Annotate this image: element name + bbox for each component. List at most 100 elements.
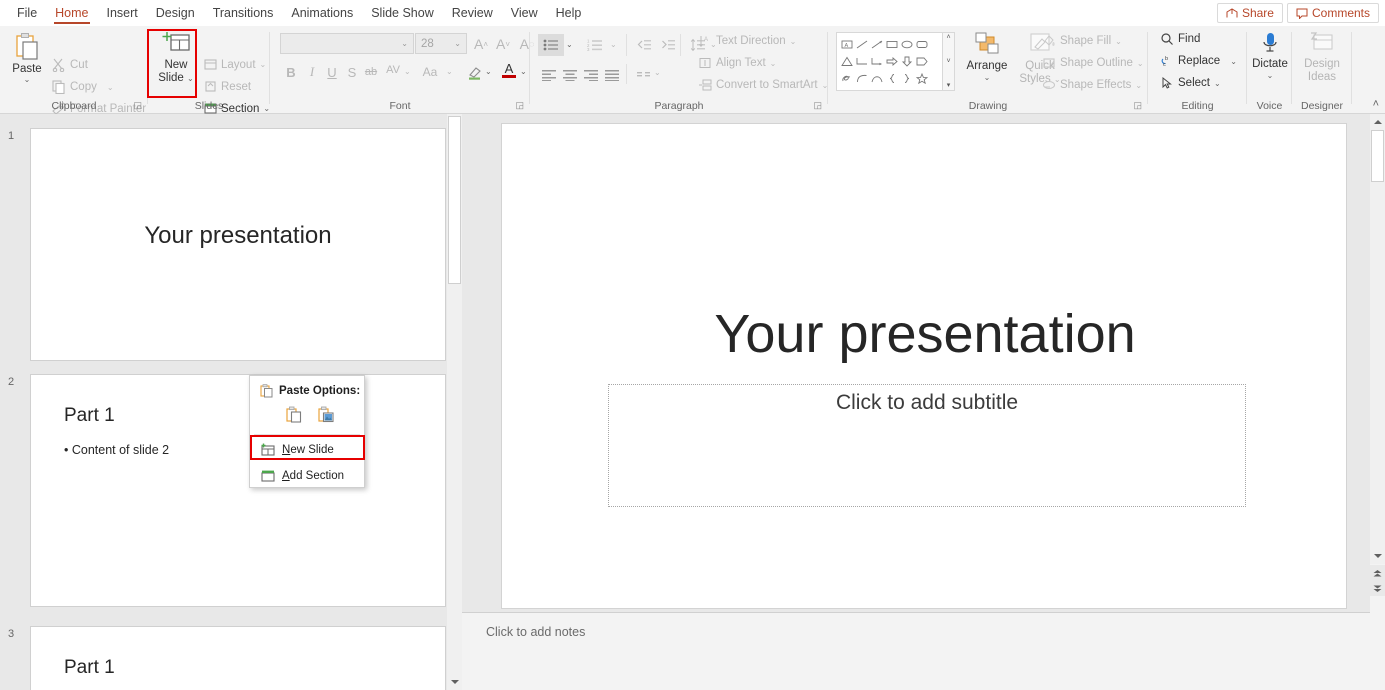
paste-button[interactable]: Paste ⌄ (8, 32, 46, 84)
increase-indent-button[interactable] (657, 34, 679, 56)
scroll-down-button[interactable] (447, 674, 462, 690)
tab-design[interactable]: Design (147, 0, 204, 26)
shape-down-arrow[interactable] (899, 53, 914, 70)
paste-picture-icon[interactable] (318, 406, 334, 423)
cut-button[interactable]: Cut (52, 58, 88, 72)
shape-curve[interactable] (854, 70, 869, 87)
shape-line[interactable] (854, 36, 869, 53)
reset-button[interactable]: Reset (204, 80, 251, 93)
replace-button[interactable]: b c Replace ⌄ (1160, 54, 1237, 68)
font-color-button[interactable]: A (498, 59, 520, 81)
bullets-chevron-down-icon[interactable]: ⌄ (566, 40, 573, 49)
shapes-gallery[interactable]: A (836, 32, 946, 91)
share-button[interactable]: Share (1217, 3, 1283, 23)
bold-button[interactable]: B (280, 61, 302, 83)
tab-animations[interactable]: Animations (282, 0, 362, 26)
change-case-chevron-down-icon[interactable]: ⌄ (446, 67, 453, 76)
shape-effects-button[interactable]: Shape Effects ⌄ (1042, 78, 1142, 92)
align-left-button[interactable] (538, 64, 560, 86)
font-size-chevron-down-icon[interactable]: ⌄ (449, 39, 466, 48)
next-slide-button[interactable] (1370, 580, 1385, 596)
gallery-expand-icon[interactable]: ▾ (947, 81, 951, 89)
underline-button[interactable]: U (321, 61, 343, 83)
thumbnail-canvas[interactable]: Part 1 • Content of slide 2 (30, 374, 446, 607)
tab-review[interactable]: Review (443, 0, 502, 26)
editor-scrollbar-thumb[interactable] (1371, 130, 1384, 182)
thumbnail-canvas[interactable]: Part 1 (30, 626, 446, 690)
layout-chevron-down-icon[interactable]: ⌄ (260, 60, 267, 69)
paste-chevron-down-icon[interactable]: ⌄ (24, 75, 31, 84)
align-right-button[interactable] (580, 64, 602, 86)
slide-thumbnail-panel[interactable]: 1 Your presentation 2 Part 1 • Content o… (0, 114, 462, 690)
tab-file[interactable]: File (8, 0, 46, 26)
drawing-dialog-launcher[interactable]: ◲ (1133, 100, 1142, 111)
scrollbar-thumb[interactable] (448, 116, 461, 284)
shape-arc[interactable] (869, 70, 884, 87)
shape-rectangle[interactable] (884, 36, 899, 53)
font-size-input[interactable]: 28 ⌄ (415, 33, 467, 54)
shape-elbow-arrow-connector[interactable] (869, 53, 884, 70)
paragraph-dialog-launcher[interactable]: ◲ (813, 100, 822, 111)
copy-chevron-down-icon[interactable]: ⌄ (107, 83, 114, 92)
italic-button[interactable]: I (301, 61, 323, 83)
arrange-chevron-down-icon[interactable]: ⌄ (984, 73, 991, 82)
shape-pentagon[interactable] (914, 53, 929, 70)
editor-scrollbar[interactable] (1370, 114, 1385, 552)
align-text-button[interactable]: Align Text ⌄ (698, 56, 776, 70)
slide-canvas[interactable]: Your presentation Click to add subtitle (501, 123, 1347, 609)
notes-pane[interactable]: Click to add notes (462, 612, 1370, 690)
shape-effects-chevron-down-icon[interactable]: ⌄ (1135, 81, 1142, 90)
bullets-button[interactable] (538, 34, 564, 56)
shape-arrow-line[interactable] (869, 36, 884, 53)
decrease-font-size-button[interactable]: A˅ (492, 33, 514, 55)
design-ideas-button[interactable]: Design Ideas (1298, 31, 1346, 83)
numbering-button[interactable]: 1 2 3 (582, 34, 608, 56)
align-text-chevron-down-icon[interactable]: ⌄ (770, 59, 777, 68)
character-spacing-button[interactable]: AV (382, 59, 404, 81)
slide-title-text[interactable]: Your presentation (562, 304, 1288, 364)
text-highlight-color-button[interactable] (464, 61, 486, 83)
context-menu[interactable]: Paste Options: N (249, 375, 365, 488)
tab-insert[interactable]: Insert (98, 0, 147, 26)
align-center-button[interactable] (559, 64, 581, 86)
font-name-chevron-down-icon[interactable]: ⌄ (396, 39, 413, 48)
paste-use-destination-theme-icon[interactable] (286, 406, 302, 423)
copy-button[interactable]: Copy ⌄ (52, 80, 114, 94)
dictate-chevron-down-icon[interactable]: ⌄ (1267, 71, 1274, 80)
select-chevron-down-icon[interactable]: ⌄ (1214, 79, 1221, 88)
layout-button[interactable]: Layout ⌄ (204, 58, 266, 71)
shape-oval[interactable] (899, 36, 914, 53)
shape-triangle[interactable] (839, 53, 854, 70)
font-color-chevron-down-icon[interactable]: ⌄ (520, 67, 527, 76)
shapes-gallery-scroll[interactable]: ˄ ˅ ▾ (942, 32, 955, 91)
subtitle-placeholder[interactable]: Click to add subtitle (608, 384, 1246, 507)
context-menu-item-add-section[interactable]: Add Section (250, 464, 366, 488)
change-case-button[interactable]: Aa (416, 61, 444, 83)
convert-to-smartart-button[interactable]: Convert to SmartArt ⌄ (698, 78, 828, 92)
columns-chevron-down-icon[interactable]: ⌄ (654, 68, 661, 77)
previous-slide-button[interactable] (1370, 565, 1385, 581)
new-slide-button[interactable]: New Slide ⌄ (152, 31, 200, 85)
numbering-chevron-down-icon[interactable]: ⌄ (610, 40, 617, 49)
context-menu-item-new-slide[interactable]: New Slide (250, 438, 366, 462)
editor-scroll-down-button[interactable] (1370, 548, 1385, 564)
gallery-scroll-down-icon[interactable]: ˅ (946, 58, 950, 65)
decrease-indent-button[interactable] (633, 34, 655, 56)
character-spacing-chevron-down-icon[interactable]: ⌄ (404, 67, 411, 76)
tab-transitions[interactable]: Transitions (204, 0, 283, 26)
text-direction-button[interactable]: A Text Direction ⌄ (698, 34, 796, 48)
arrange-button[interactable]: Arrange ⌄ (962, 32, 1012, 82)
tab-slide-show[interactable]: Slide Show (362, 0, 443, 26)
select-button[interactable]: Select ⌄ (1160, 76, 1221, 90)
shape-fill-chevron-down-icon[interactable]: ⌄ (1115, 37, 1122, 46)
shape-fill-button[interactable]: Shape Fill ⌄ (1042, 34, 1122, 48)
text-highlight-chevron-down-icon[interactable]: ⌄ (485, 67, 492, 76)
dictate-button[interactable]: Dictate ⌄ (1250, 31, 1290, 80)
slide-panel-scrollbar[interactable] (447, 114, 462, 690)
tab-help[interactable]: Help (547, 0, 591, 26)
increase-font-size-button[interactable]: A˄ (470, 33, 492, 55)
shape-scribble[interactable] (839, 70, 854, 87)
find-button[interactable]: Find (1160, 32, 1200, 46)
thumbnail-canvas[interactable]: Your presentation (30, 128, 446, 361)
clipboard-dialog-launcher[interactable]: ◲ (133, 100, 142, 111)
